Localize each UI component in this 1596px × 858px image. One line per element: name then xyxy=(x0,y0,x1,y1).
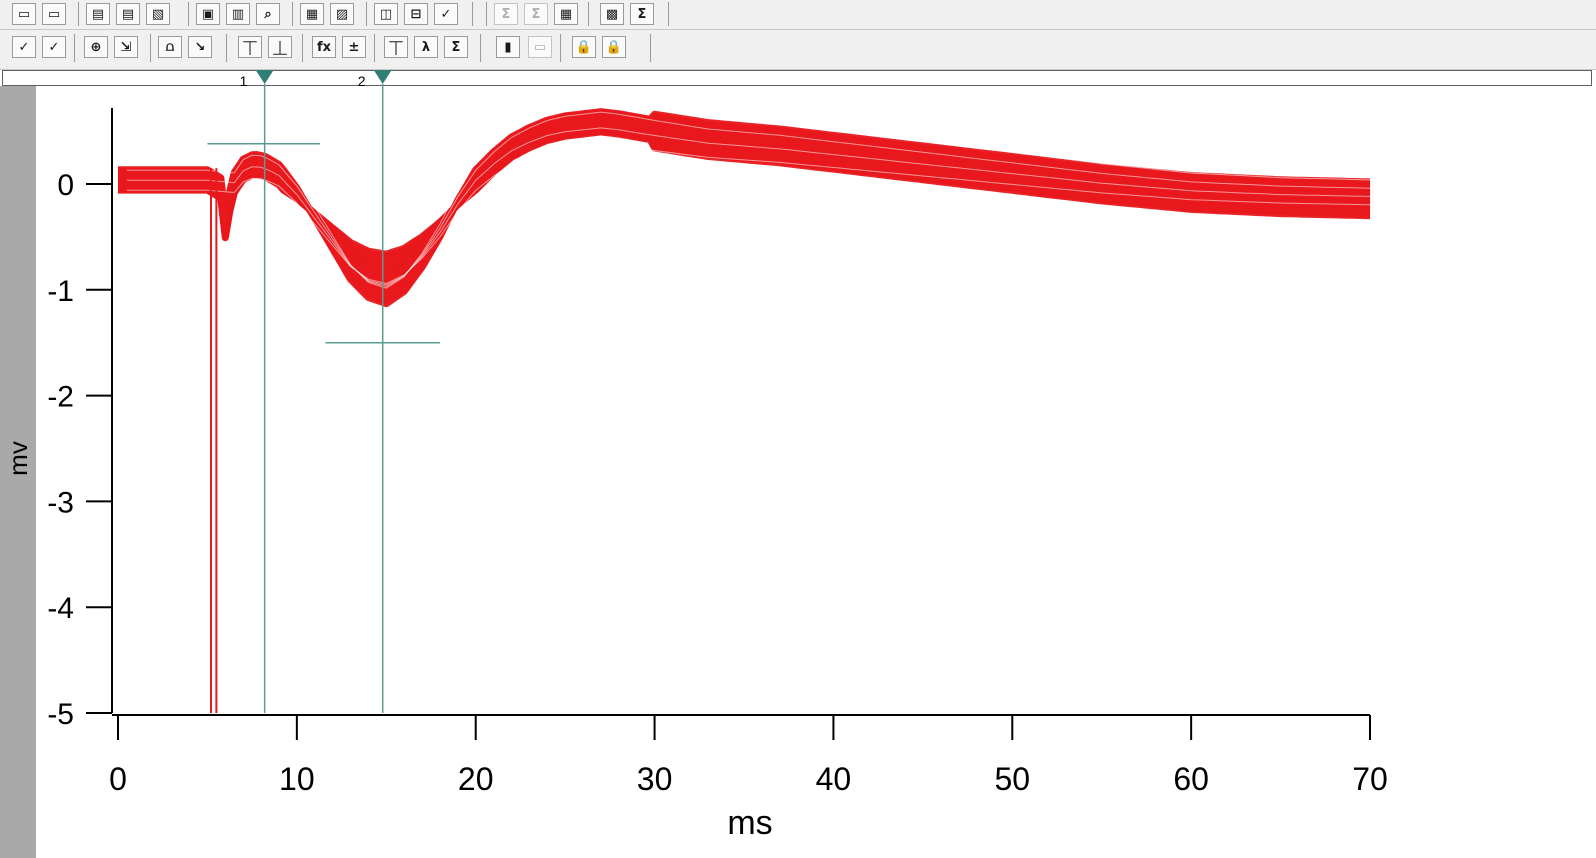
y-tick-label: -2 xyxy=(47,381,74,414)
x-tick-label: 60 xyxy=(1173,761,1209,797)
x-tick-label: 30 xyxy=(637,761,673,797)
cursor-label-1: 1 xyxy=(240,73,248,89)
y-tick-label: -5 xyxy=(47,698,74,731)
cursor-label-2: 2 xyxy=(358,73,366,89)
x-tick-label: 50 xyxy=(994,761,1030,797)
x-tick-label: 70 xyxy=(1352,761,1388,797)
y-tick-label: 0 xyxy=(57,169,74,202)
y-tick-label: -3 xyxy=(47,486,74,519)
y-tick-label: -1 xyxy=(47,275,74,308)
x-tick-label: 10 xyxy=(279,761,315,797)
y-tick-label: -4 xyxy=(47,592,74,625)
sweep-traces xyxy=(118,95,1371,713)
x-tick-label: 0 xyxy=(109,761,127,797)
x-tick-label: 40 xyxy=(816,761,852,797)
sweep-chart: 1 20-1-2-3-4-50 10 20 30 40 50 60 70ms xyxy=(47,70,1388,842)
x-tick-label: 20 xyxy=(458,761,494,797)
cursor-handle-1 xyxy=(255,70,274,84)
cursor-handle-2 xyxy=(373,70,392,84)
x-axis-label: ms xyxy=(727,804,772,842)
